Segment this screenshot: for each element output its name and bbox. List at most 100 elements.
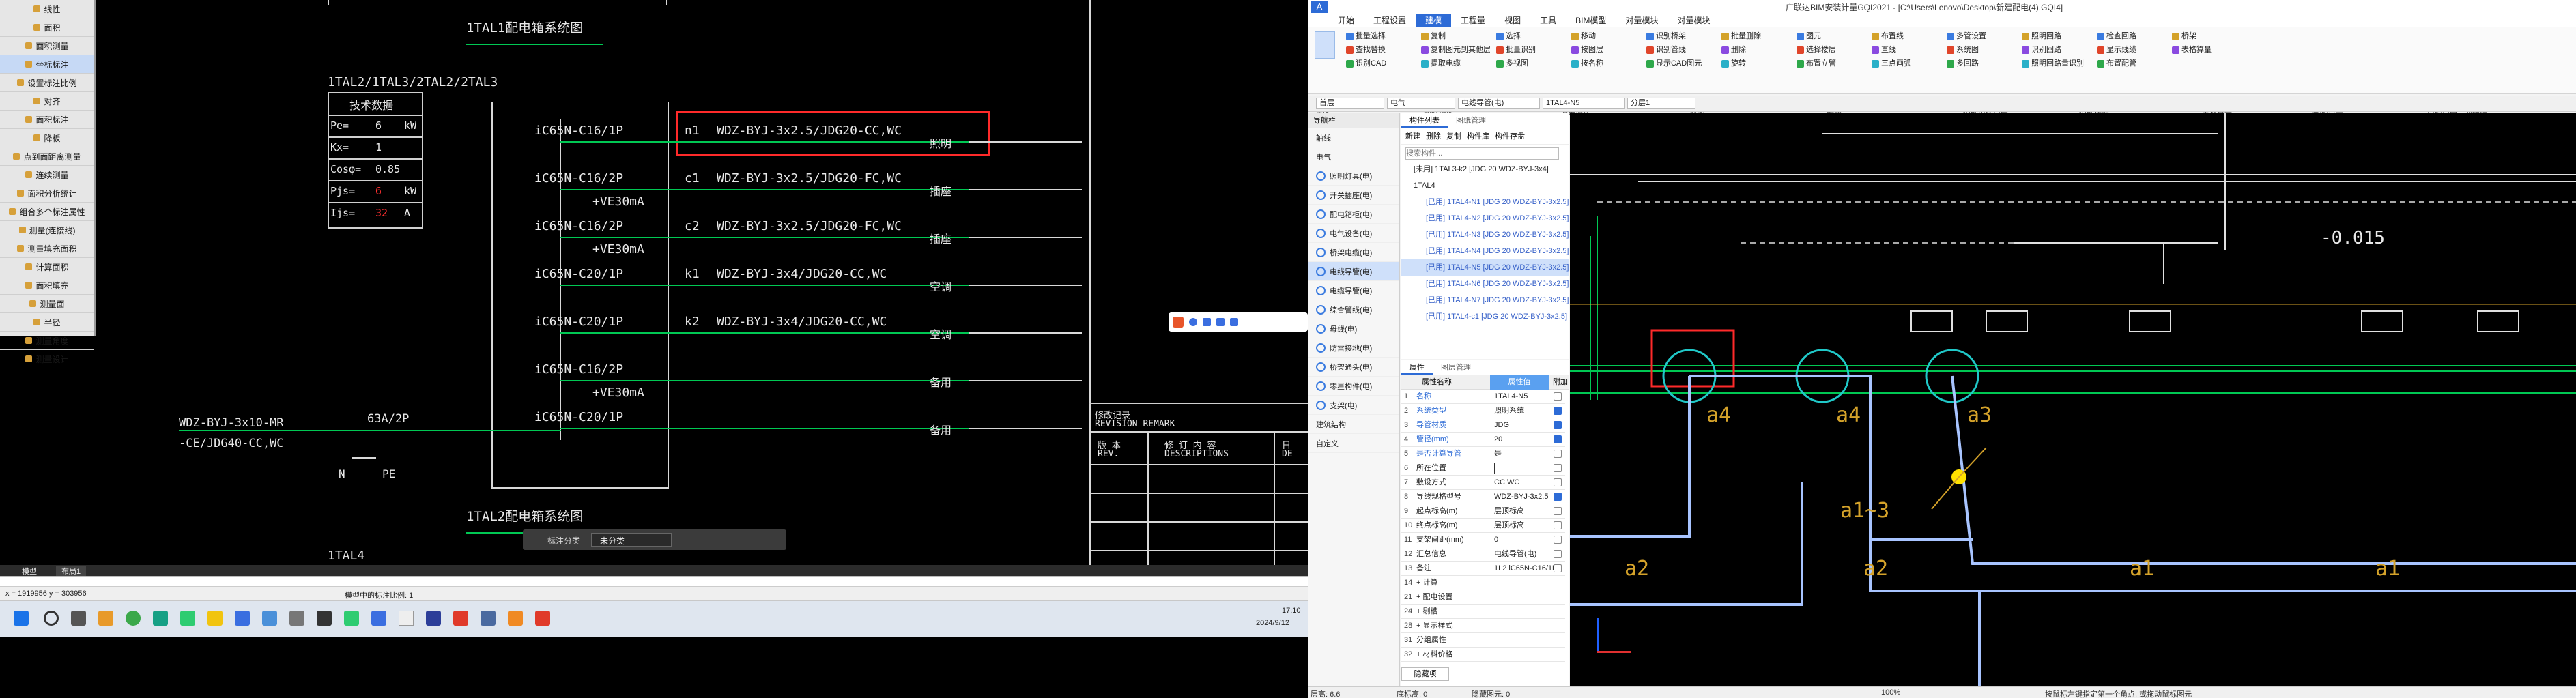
property-checkbox[interactable] — [1554, 464, 1562, 472]
ribbon-tab[interactable]: 工程量 — [1451, 14, 1495, 27]
tab-component-list[interactable]: 构件列表 — [1401, 113, 1448, 128]
ribbon-tab[interactable]: BIM模型 — [1566, 14, 1616, 27]
windows-start-icon[interactable] — [14, 611, 29, 626]
property-checkbox[interactable] — [1554, 478, 1562, 486]
property-row[interactable]: 5 是否计算导管 是 — [1401, 447, 1565, 461]
component-item[interactable]: [已用] 1TAL4-N1 [JDG 20 WDZ-BYJ-3x2.5] — [1401, 194, 1569, 210]
nav-item[interactable]: 母线(电) — [1308, 319, 1399, 338]
property-value-editor[interactable] — [1494, 463, 1551, 474]
ribbon-button[interactable]: 旋转 — [1721, 57, 1746, 68]
measure-menu-item[interactable]: 测量设计 — [0, 350, 94, 368]
ribbon-button[interactable]: 查找替换 — [1346, 44, 1386, 55]
property-row[interactable]: 12 汇总信息 电线导管(电) — [1401, 547, 1565, 562]
component-item[interactable]: [已用] 1TAL4-N4 [JDG 20 WDZ-BYJ-3x2.5] — [1401, 243, 1569, 259]
app-icon[interactable] — [98, 611, 113, 626]
component-tool-button[interactable]: 复制 — [1446, 128, 1461, 144]
measure-menu-item[interactable]: 面积标注 — [0, 111, 94, 129]
nav-item[interactable]: 电气设备(电) — [1308, 224, 1399, 243]
property-row[interactable]: 32 + 材料价格 — [1401, 648, 1565, 662]
ribbon-button[interactable]: 批量识别 — [1496, 44, 1536, 55]
property-checkbox[interactable] — [1554, 564, 1562, 572]
measure-menu-item[interactable]: 线性 — [0, 0, 94, 18]
ribbon-button[interactable]: 显示线缆 — [2097, 44, 2136, 55]
ribbon-button[interactable]: 布置立管 — [1797, 57, 1836, 68]
app-icon[interactable] — [180, 611, 195, 626]
app-icon[interactable] — [289, 611, 304, 626]
property-checkbox[interactable] — [1554, 536, 1562, 544]
nav-item[interactable]: 桥架通头(电) — [1308, 358, 1399, 377]
component-tool-button[interactable]: 新建 — [1405, 128, 1420, 144]
nav-item[interactable]: 开关插座(电) — [1308, 186, 1399, 205]
ribbon-tab[interactable]: 开始 — [1328, 14, 1364, 27]
nav-item[interactable]: 配电箱柜(电) — [1308, 205, 1399, 224]
property-checkbox[interactable] — [1554, 521, 1562, 529]
property-row[interactable]: 9 起点标高(m) 层顶标高 — [1401, 504, 1565, 519]
ribbon-button[interactable]: 桥架 — [2172, 30, 2196, 41]
major-select[interactable]: 电气 — [1387, 98, 1455, 109]
property-checkbox[interactable] — [1554, 421, 1562, 429]
component-item[interactable]: [已用] 1TAL4-N6 [JDG 20 WDZ-BYJ-3x2.5] — [1401, 276, 1569, 292]
model-canvas[interactable]: -0.015 a4 a4 a3 a1~3 a2 a2 a1 a1 — [1570, 113, 2576, 686]
property-value[interactable]: JDG — [1494, 418, 1509, 433]
component-select[interactable]: 1TAL4-N5 — [1543, 98, 1625, 109]
property-checkbox[interactable] — [1554, 450, 1562, 458]
ribbon-button[interactable]: 复制图元到其他层 — [1421, 44, 1491, 55]
component-item[interactable]: [未用] 1TAL3-k2 [JDG 20 WDZ-BYJ-3x4] — [1401, 161, 1569, 177]
nav-item[interactable]: 电缆导管(电) — [1308, 281, 1399, 300]
annotation-toolbar[interactable]: 标注分类 未分类 — [523, 529, 786, 550]
measure-menu-item[interactable]: 面积填充 — [0, 276, 94, 295]
property-row[interactable]: 28 + 显示样式 — [1401, 619, 1565, 633]
ribbon-button[interactable]: 表格算量 — [2172, 44, 2212, 55]
property-value[interactable]: CC WC — [1494, 476, 1519, 490]
property-value[interactable]: 层顶标高 — [1494, 519, 1524, 533]
ribbon-button[interactable]: 选择 — [1496, 30, 1521, 41]
selector-bar[interactable]: 首层 电气 电线导管(电) 1TAL4-N5 分层1 — [1308, 96, 2576, 112]
property-row[interactable]: 7 敷设方式 CC WC — [1401, 476, 1565, 490]
properties-pane[interactable]: 属性 图层管理 属性名称 属性值 附加 1 名称 1TAL4-N5 2 系统类型 照明系统… — [1401, 360, 1569, 686]
measure-menu-item[interactable]: 面积测量 — [0, 37, 94, 55]
property-row[interactable]: 11 支架间距(mm) 0 — [1401, 533, 1565, 547]
property-value[interactable]: 1TAL4-N5 — [1494, 390, 1528, 404]
component-item[interactable]: [已用] 1TAL4-N3 [JDG 20 WDZ-BYJ-3x2.5] — [1401, 227, 1569, 243]
ribbon-tabs[interactable]: 开始 工程设置 建模 工程量 视图 工具 BIM模型 对量模块 对量模块 — [1308, 14, 2576, 27]
select-tool-icon[interactable] — [1315, 31, 1335, 59]
component-tool-button[interactable]: 删除 — [1426, 128, 1441, 144]
ribbon-tab[interactable]: 建模 — [1416, 14, 1452, 27]
measure-menu-item[interactable]: 面积分析统计 — [0, 184, 94, 203]
measure-menu-item[interactable]: 测量填充面积 — [0, 239, 94, 258]
ribbon-tab[interactable]: 视图 — [1495, 14, 1530, 27]
ribbon-button[interactable]: 检查回路 — [2097, 30, 2136, 41]
command-line[interactable] — [0, 576, 1308, 586]
app-icon[interactable] — [426, 611, 441, 626]
ime-toolbar[interactable] — [1169, 312, 1308, 332]
app-icon[interactable] — [371, 611, 386, 626]
property-value[interactable]: 1L2 iC65N-C16/1P — [1494, 562, 1557, 576]
ribbon-button[interactable]: 提取电缆 — [1421, 57, 1461, 68]
app-icon[interactable] — [235, 611, 250, 626]
nav-item[interactable]: 桥架电缆(电) — [1308, 243, 1399, 262]
file-icon[interactable] — [399, 611, 414, 626]
ribbon-button[interactable]: 照明回路 — [2022, 30, 2061, 41]
measure-menu-item[interactable]: 坐标标注 — [0, 55, 94, 74]
property-value[interactable]: 20 — [1494, 433, 1502, 447]
cad-drawing-window[interactable]: 1TAL1配电箱系统图 1TAL2/1TAL3/2TAL2/2TAL3 技术数据… — [0, 0, 1308, 565]
ribbon-button[interactable]: 按图层 — [1571, 44, 1603, 55]
component-tool-button[interactable]: 构件存盘 — [1495, 128, 1525, 144]
nav-item[interactable]: 综合管线(电) — [1308, 300, 1399, 319]
ribbon-button[interactable]: 批量选择 — [1346, 30, 1386, 41]
app-icon[interactable] — [535, 611, 550, 626]
app-icon[interactable] — [508, 611, 523, 626]
measure-menu-item[interactable]: 测量角度 — [0, 332, 94, 350]
component-item[interactable]: 1TAL4 — [1401, 177, 1569, 194]
type-select[interactable]: 电线导管(电) — [1458, 98, 1540, 109]
property-value[interactable]: 0 — [1494, 533, 1498, 547]
ribbon-button[interactable]: 删除 — [1721, 44, 1746, 55]
property-row[interactable]: 31 分组属性 — [1401, 633, 1565, 648]
nav-item[interactable]: 支架(电) — [1308, 396, 1399, 415]
ribbon-button[interactable]: 选择楼层 — [1797, 44, 1836, 55]
tab-layout1[interactable]: 布局1 — [56, 566, 87, 577]
nav-item[interactable]: 电气 — [1308, 147, 1399, 166]
ribbon-button[interactable]: 识别回路 — [2022, 44, 2061, 55]
component-list-pane[interactable]: 构件列表 图纸管理 新建删除复制构件库构件存盘 [未用] 1TAL3-k2 [J… — [1401, 113, 1569, 359]
property-checkbox[interactable] — [1554, 550, 1562, 558]
